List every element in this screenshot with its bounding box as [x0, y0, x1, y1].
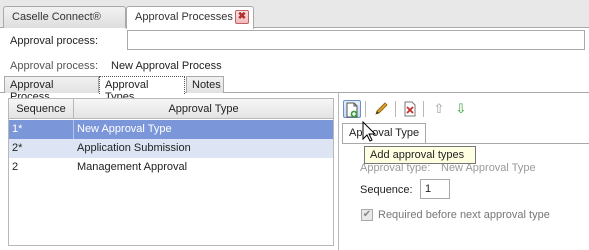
pencil-icon	[375, 102, 388, 115]
edit-button[interactable]	[372, 100, 390, 118]
cell-sequence: 1*	[9, 120, 74, 139]
column-header-approval-type[interactable]: Approval Type	[74, 99, 333, 119]
table-row[interactable]: 2 Management Approval	[9, 158, 333, 177]
add-approval-type-button[interactable]	[343, 100, 361, 118]
toolbar-separator	[423, 101, 424, 117]
tab-notes[interactable]: Notes	[186, 76, 224, 93]
close-icon[interactable]: ✖	[235, 10, 249, 24]
tab-label: Notes	[192, 79, 221, 91]
cell-approval-type: Management Approval	[77, 161, 188, 173]
tab-approval-process[interactable]: Approval Process	[4, 76, 99, 103]
tooltip-text: Add approval types	[370, 149, 465, 161]
window-tab-label: Approval Processes	[135, 11, 233, 23]
tooltip: Add approval types	[364, 146, 476, 164]
cell-sequence: 2*	[12, 142, 23, 154]
table-row[interactable]: 2* Application Submission	[9, 139, 333, 158]
approval-process-input[interactable]	[127, 30, 585, 50]
toolbar-separator	[365, 101, 366, 117]
window-tab-label: Caselle Connect®	[12, 11, 101, 23]
up-arrow-icon: ⇧	[433, 101, 445, 116]
approval-types-table[interactable]: Sequence Approval Type 1* New Approval T…	[8, 98, 334, 246]
tab-label: Approval Type	[349, 127, 420, 139]
new-document-icon	[346, 102, 358, 118]
down-arrow-icon: ⇩	[455, 101, 467, 116]
sequence-label: Sequence:	[360, 184, 413, 196]
sequence-input[interactable]: 1	[420, 179, 450, 199]
approval-process-info-value: New Approval Process	[111, 60, 222, 72]
toolbar-separator	[395, 101, 396, 117]
tab-approval-types[interactable]: Approval Types	[99, 76, 185, 103]
table-row[interactable]: 1* New Approval Type	[9, 120, 333, 139]
mouse-cursor-icon	[362, 121, 377, 142]
tab-approval-type[interactable]: Approval Type	[342, 123, 427, 144]
cell-approval-type: New Approval Type	[77, 123, 172, 135]
window-tab-caselle-connect[interactable]: Caselle Connect®	[3, 6, 126, 28]
move-down-button[interactable]: ⇩	[452, 100, 470, 118]
table-header: Sequence Approval Type	[9, 99, 333, 119]
move-up-button[interactable]: ⇧	[430, 100, 448, 118]
delete-icon	[404, 101, 416, 117]
approval-process-info-label: Approval process:	[10, 60, 99, 72]
checkmark-icon: ✔	[362, 209, 372, 220]
cell-sequence: 2	[12, 161, 19, 173]
column-header-sequence[interactable]: Sequence	[9, 99, 74, 119]
required-checkbox[interactable]: ✔	[361, 209, 373, 221]
window-tab-approval-processes[interactable]: Approval Processes ✖	[126, 6, 254, 29]
panel-splitter[interactable]	[338, 93, 339, 250]
detail-tab-divider	[342, 143, 589, 144]
delete-button[interactable]	[401, 100, 419, 118]
required-label: Required before next approval type	[378, 209, 550, 221]
sequence-input-value: 1	[425, 183, 432, 195]
cell-approval-type: Application Submission	[77, 142, 191, 154]
approval-process-label: Approval process:	[10, 35, 99, 47]
